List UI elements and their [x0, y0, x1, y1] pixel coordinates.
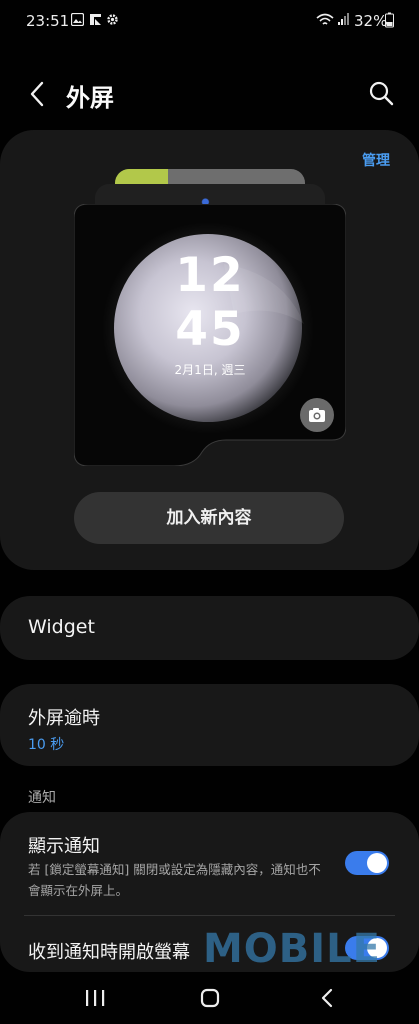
battery-icon — [385, 12, 394, 28]
clock-date: 2月1日, 週三 — [174, 363, 246, 377]
divider — [24, 915, 395, 916]
camera-icon — [309, 408, 325, 422]
manage-link[interactable]: 管理 — [362, 150, 390, 170]
home-icon[interactable] — [195, 986, 225, 1010]
status-bar: 23:51 32% — [0, 0, 419, 44]
clock-minute: 45 — [175, 302, 245, 357]
wifi-icon — [316, 13, 334, 25]
wake-screen-label: 收到通知時開啟螢幕 — [28, 942, 190, 963]
toggle-knob — [367, 853, 387, 873]
signal-icon — [338, 13, 349, 25]
gallery-icon — [71, 13, 84, 26]
cover-screen-preview-card: 管理 12 45 2月1日, 週三 加入新內容 — [0, 130, 419, 570]
search-icon[interactable] — [366, 78, 398, 110]
battery-percent: 32% — [354, 12, 388, 30]
navigation-bar — [0, 972, 419, 1024]
timeout-label: 外屏逾時 — [28, 708, 100, 729]
clock-hour: 12 — [175, 248, 245, 303]
camera-button[interactable] — [300, 398, 334, 432]
show-notifications-toggle[interactable] — [345, 851, 389, 875]
status-time: 23:51 — [26, 12, 70, 30]
chevron-left-icon[interactable] — [22, 78, 54, 110]
show-notifications-description: 若 [鎖定螢幕通知] 關閉或設定為隱藏內容，通知也不會顯示在外屏上。 — [28, 862, 321, 898]
widget-label: Widget — [28, 616, 95, 638]
back-icon[interactable] — [313, 986, 343, 1010]
header: 外屏 — [0, 60, 419, 130]
watermark-logo: MOBILE — [203, 926, 381, 972]
timeout-value: 10 秒 — [28, 737, 65, 753]
notifications-section-header: 通知 — [28, 790, 56, 806]
recents-icon[interactable] — [80, 986, 110, 1010]
cover-screen-timeout-item[interactable]: 外屏逾時 10 秒 — [0, 684, 419, 766]
page-title: 外屏 — [66, 84, 114, 112]
settings-gear-icon — [107, 14, 118, 25]
add-new-content-button[interactable]: 加入新內容 — [74, 492, 344, 544]
widget-setting-item[interactable]: Widget — [0, 596, 419, 660]
flipboard-icon — [90, 14, 101, 25]
cover-screen-clock-preview[interactable]: 12 45 2月1日, 週三 — [74, 204, 346, 466]
show-notifications-label: 顯示通知 — [28, 836, 100, 857]
